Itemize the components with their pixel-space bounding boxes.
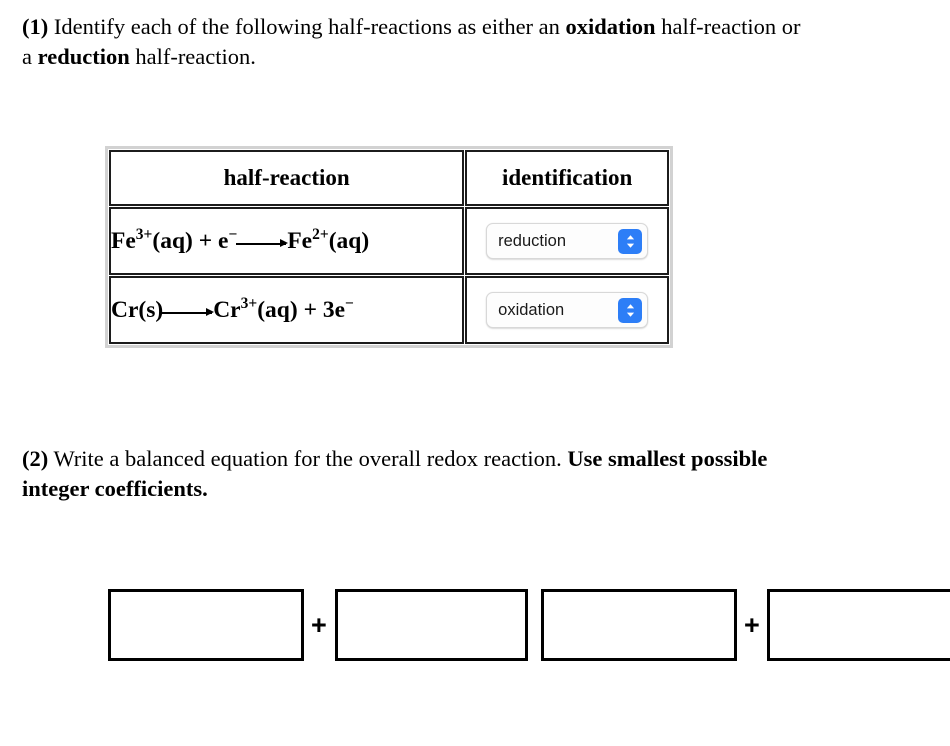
balanced-equation-answer-row: + + [0, 589, 950, 665]
identification-dropdown-1[interactable]: reduction [486, 223, 649, 259]
reaction-arrow-icon [236, 230, 288, 254]
chevron-up-down-icon[interactable] [618, 228, 643, 254]
equation-2-content: Cr(s) Cr3+(aq) + 3e− [111, 294, 354, 324]
identification-dropdown-2-value: oxidation [498, 300, 565, 319]
question-2-number: (2) [22, 446, 49, 471]
half-reaction-table: half-reaction identification Fe3+(aq) + … [108, 149, 670, 345]
equation-2-electron-charge: − [345, 294, 354, 312]
table-row: Cr(s) Cr3+(aq) + 3e− oxidation [109, 276, 669, 344]
half-reaction-equation-1: Fe3+(aq) + e− Fe2+(aq) [109, 207, 465, 275]
equation-1-charge-2: 2+ [312, 225, 329, 243]
answer-box-1[interactable] [108, 589, 304, 661]
plus-separator-1: + [311, 610, 327, 640]
chevron-up-down-icon[interactable] [618, 297, 643, 323]
question-1-bold-reduction: reduction [37, 44, 130, 69]
table-row: Fe3+(aq) + e− Fe2+(aq) reduction [109, 207, 669, 275]
equation-2-plus: + [297, 296, 323, 323]
identification-cell-2: oxidation [465, 276, 669, 344]
question-1-number: (1) [22, 14, 49, 39]
identification-dropdown-2[interactable]: oxidation [486, 292, 649, 328]
plus-separator-2: + [744, 610, 760, 640]
identification-dropdown-1-value: reduction [498, 231, 567, 250]
equation-1-state-1: (aq) [152, 227, 193, 254]
column-header-identification: identification [465, 150, 669, 206]
question-1-prompt: (1) Identify each of the following half-… [22, 12, 812, 72]
answer-box-4[interactable] [767, 589, 950, 661]
answer-box-2[interactable] [335, 589, 528, 661]
equation-1-plus: + [192, 227, 219, 254]
equation-2-state-1: (s) [138, 296, 164, 323]
reaction-arrow-icon [162, 299, 214, 323]
half-reaction-equation-2: Cr(s) Cr3+(aq) + 3e− [109, 276, 465, 344]
question-1-text-part-1: Identify each of the following half-reac… [48, 14, 566, 39]
equation-1-species-2: Fe [287, 227, 313, 254]
identification-cell-1: reduction [465, 207, 669, 275]
equation-1-state-2: (aq) [328, 227, 370, 254]
equation-2-species-2: Cr [213, 296, 241, 323]
equation-1-charge-1: 3+ [135, 225, 153, 243]
equation-2-species-1: Cr [111, 296, 139, 323]
question-1-text-part-3: half-reaction. [129, 44, 256, 69]
half-reaction-table-frame: half-reaction identification Fe3+(aq) + … [105, 146, 673, 348]
column-header-half-reaction: half-reaction [109, 150, 465, 206]
question-1-bold-oxidation: oxidation [565, 14, 656, 39]
answer-box-3[interactable] [541, 589, 737, 661]
equation-2-charge-2: 3+ [240, 294, 258, 312]
equation-1-content: Fe3+(aq) + e− Fe2+(aq) [111, 225, 370, 255]
equation-2-coefficient: 3 [322, 296, 335, 323]
table-header-row: half-reaction identification [109, 150, 669, 206]
equation-1-electron: e [218, 227, 229, 254]
question-2-text-part-1: Write a balanced equation for the overal… [48, 446, 568, 471]
equation-2-state-2: (aq) [257, 296, 298, 323]
equation-2-electron: e [334, 296, 346, 323]
question-2-prompt: (2) Write a balanced equation for the ov… [22, 444, 822, 504]
equation-1-species-1: Fe [111, 227, 136, 254]
